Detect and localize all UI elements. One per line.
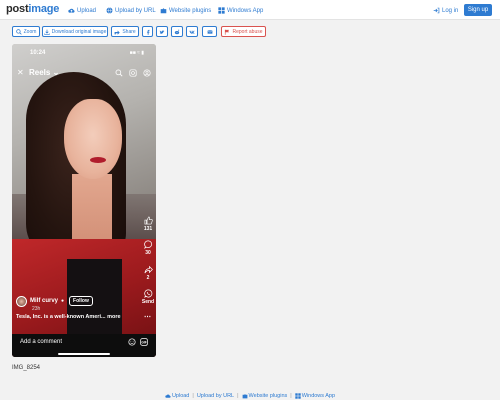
share-arrow-icon [144, 265, 153, 274]
puzzle-icon [160, 8, 167, 14]
top-navbar: postimage Upload Upload by URL Website p… [0, 0, 500, 20]
reddit-icon [174, 29, 180, 34]
download-icon [43, 29, 50, 35]
status-time: 10:24 [30, 50, 46, 56]
footer-upload-by-url[interactable]: Upload by URL [197, 393, 234, 399]
magnifier-icon [15, 28, 22, 35]
report-abuse-label: Report abuse [232, 28, 263, 35]
share-action: 2 [141, 265, 155, 281]
zoom-label: Zoom [23, 28, 37, 35]
nav-login[interactable]: Log in [433, 6, 458, 15]
search-icon [115, 69, 123, 77]
footer-separator: | [290, 393, 292, 399]
send-label: Send [141, 299, 155, 305]
email-share-button[interactable] [202, 26, 217, 37]
footer-upload[interactable]: Upload [165, 393, 189, 399]
envelope-icon [206, 29, 213, 34]
reels-header: ✕ Reels ⌄ [16, 68, 152, 80]
nav-upload-by-url-label: Upload by URL [115, 7, 156, 14]
postimage-logo[interactable]: postimage [6, 3, 59, 15]
nav-website-plugins-label: Website plugins [169, 7, 212, 14]
comment-bar: Add a comment GIF [12, 334, 156, 357]
footer-links: Upload | Upload by URL | Website plugins… [0, 392, 500, 400]
footer-separator: | [192, 393, 194, 399]
download-original-button[interactable]: Download original image [42, 26, 108, 37]
camera-icon [129, 69, 137, 77]
share-button[interactable]: Share [111, 26, 139, 37]
nav-windows-app-label: Windows App [227, 7, 264, 14]
report-abuse-button[interactable]: Report abuse [221, 26, 266, 37]
comment-placeholder: Add a comment [20, 339, 63, 345]
share-icon [114, 30, 121, 35]
footer-upload-label: Upload [171, 393, 190, 399]
twitter-icon [159, 29, 165, 34]
gif-icon: GIF [140, 338, 148, 346]
share-count: 2 [146, 275, 150, 281]
post-caption: Tesla, Inc. is a well-known Ameri... mor… [16, 314, 121, 320]
send-action: Send [141, 289, 155, 305]
post-time: 23h [32, 306, 41, 312]
author-username: Milf curvy [30, 298, 59, 304]
home-indicator [58, 353, 110, 355]
reels-header-icons [115, 69, 151, 77]
nav-upload-by-url[interactable]: Upload by URL [106, 6, 156, 15]
windows-icon [218, 7, 225, 14]
footer-website-plugins-label: Website plugins [248, 393, 288, 399]
windows-icon [295, 393, 301, 399]
reels-title-text: Reels [29, 68, 51, 77]
cloud-upload-icon [165, 394, 171, 398]
flag-icon [225, 29, 230, 35]
footer-windows-app-label: Windows App [301, 393, 336, 399]
footer-upload-by-url-label: Upload by URL [196, 393, 235, 399]
logo-text-main: post [6, 3, 29, 15]
sign-in-icon [433, 7, 440, 14]
nav-login-label: Log in [442, 7, 459, 14]
profile-icon [143, 69, 151, 77]
cloud-upload-icon [68, 8, 75, 13]
share-label: Share [122, 28, 136, 35]
nav-website-plugins[interactable]: Website plugins [160, 6, 211, 15]
image-lips [90, 157, 106, 163]
status-icons: ■■ ≈ ▮ [129, 50, 144, 56]
facebook-share-button[interactable] [142, 26, 153, 37]
thumbs-up-icon [144, 216, 153, 225]
whatsapp-icon [143, 289, 152, 298]
image-face [64, 99, 122, 179]
speech-bubble-icon [143, 240, 152, 249]
reels-title: Reels ⌄ [29, 68, 60, 77]
image-file-name: IMG_8254 [12, 365, 41, 371]
nav-upload-label: Upload [77, 7, 97, 14]
comment-count: 30 [145, 250, 151, 256]
nav-upload[interactable]: Upload [68, 6, 96, 15]
reddit-share-button[interactable] [171, 26, 183, 37]
footer-separator: | [237, 393, 239, 399]
facebook-icon [146, 29, 149, 35]
like-count: 131 [143, 226, 153, 232]
emoji-icon [128, 338, 136, 346]
zoom-button[interactable]: Zoom [12, 26, 40, 37]
more-options-icon: ⋯ [144, 314, 151, 321]
comment-action: 30 [141, 240, 155, 256]
signup-button[interactable]: Sign up [464, 4, 492, 16]
globe-small-icon: ● [61, 298, 65, 304]
vk-share-button[interactable] [186, 26, 198, 37]
follow-label: Follow [69, 296, 93, 306]
avatar [16, 295, 27, 307]
footer-windows-app[interactable]: Windows App [295, 393, 335, 399]
twitter-share-button[interactable] [156, 26, 168, 37]
close-icon: ✕ [17, 68, 24, 77]
footer-website-plugins[interactable]: Website plugins [242, 393, 288, 399]
main-image[interactable]: 10:24 ■■ ≈ ▮ ✕ Reels ⌄ 131 30 2 Send Mil… [12, 44, 156, 357]
post-author-row: Milf curvy ● Follow [16, 294, 93, 308]
nav-windows-app[interactable]: Windows App [218, 6, 263, 15]
vk-icon [189, 30, 195, 34]
logo-text-accent: image [28, 3, 60, 15]
globe-icon [106, 7, 113, 14]
like-action: 131 [141, 216, 155, 232]
puzzle-icon [242, 394, 247, 399]
download-label: Download original image [51, 28, 107, 35]
svg-text:GIF: GIF [141, 340, 146, 344]
